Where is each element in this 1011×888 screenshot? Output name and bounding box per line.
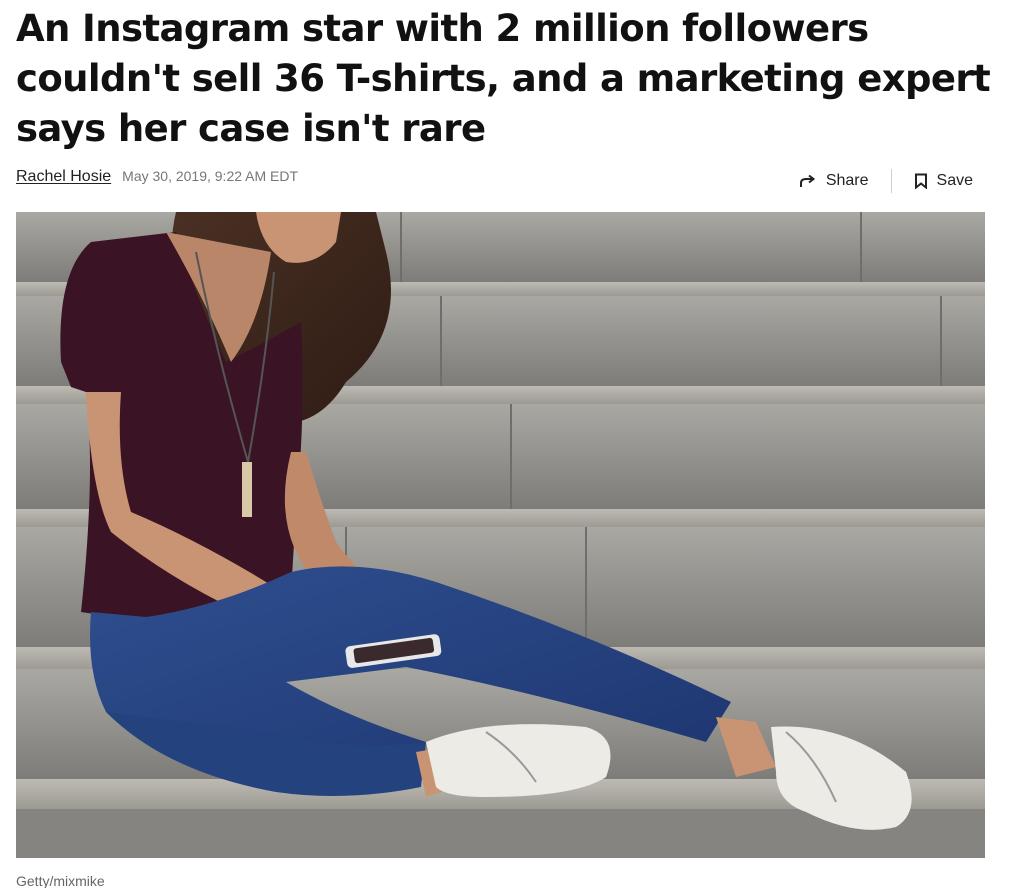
byline: Rachel Hosie May 30, 2019, 9:22 AM EDT: [16, 168, 298, 192]
hero-image: [16, 212, 985, 858]
share-label: Share: [825, 172, 869, 189]
hero-photo: [16, 212, 985, 858]
share-button[interactable]: Share: [799, 172, 869, 190]
author-link[interactable]: Rachel Hosie: [16, 168, 111, 186]
save-label: Save: [936, 172, 973, 189]
article-headline: An Instagram star with 2 million followe…: [16, 7, 991, 150]
save-button[interactable]: Save: [914, 172, 973, 190]
publish-date: May 30, 2019, 9:22 AM EDT: [122, 168, 299, 184]
article-actions: Share Save: [799, 167, 973, 195]
actions-divider: [890, 169, 892, 193]
bookmark-icon: [914, 173, 928, 189]
share-arrow-icon: [799, 173, 817, 189]
image-caption: Getty/mixmike: [16, 873, 105, 888]
